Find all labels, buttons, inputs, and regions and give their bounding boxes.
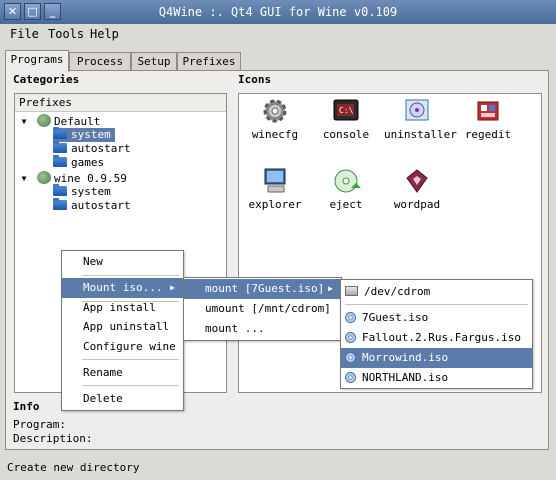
- folder-icon: [53, 184, 67, 196]
- icon-item-winecfg[interactable]: winecfg: [242, 96, 308, 141]
- main-window: ✕ □ _ Q4Wine :. Qt4 GUI for Wine v0.109 …: [0, 0, 556, 480]
- status-bar: Create new directory: [0, 456, 556, 480]
- wordpad-icon: [402, 166, 432, 196]
- tree-item-autostart[interactable]: autostart: [53, 141, 131, 156]
- submenu-arrow-icon: ▶: [170, 283, 175, 292]
- folder-icon: [53, 127, 67, 139]
- cd-icon: [345, 352, 356, 363]
- computer-icon: [260, 166, 290, 196]
- title-bar[interactable]: ✕ □ _ Q4Wine :. Qt4 GUI for Wine v0.109: [0, 0, 556, 24]
- tree-item-default[interactable]: Default: [37, 114, 100, 128]
- tab-prefixes[interactable]: Prefixes: [177, 52, 241, 71]
- collapse-arrow-icon[interactable]: ▼: [19, 174, 29, 183]
- menu-separator: [82, 385, 179, 386]
- gear-icon: [260, 96, 290, 126]
- svg-text:C:\: C:\: [339, 106, 354, 115]
- context-menu: New Mount iso... ▶ App install App unins…: [61, 250, 184, 411]
- iso-submenu: /dev/cdrom 7Guest.iso Fallout.2.Rus.Farg…: [340, 279, 533, 389]
- mount-browse-item[interactable]: mount ...: [184, 319, 341, 339]
- mount-item-7guest[interactable]: mount [7Guest.iso] ▶: [184, 279, 341, 299]
- iso-item-northland[interactable]: NORTHLAND.iso: [341, 368, 532, 388]
- console-icon: C:\: [331, 96, 361, 126]
- cd-icon: [345, 332, 356, 343]
- iso-item-7guest[interactable]: 7Guest.iso: [341, 308, 532, 328]
- wine-icon: [37, 114, 51, 127]
- regedit-icon: [473, 96, 503, 126]
- tree-header[interactable]: Prefixes: [15, 94, 226, 112]
- tree-item-games[interactable]: games: [53, 155, 104, 170]
- drive-icon: [345, 286, 358, 296]
- menu-separator: [345, 304, 528, 305]
- context-item-configure-wine[interactable]: Configure wine: [62, 337, 183, 357]
- icon-item-uninstaller[interactable]: uninstaller: [384, 96, 457, 141]
- menu-separator: [82, 275, 179, 276]
- tree-item-system[interactable]: system: [53, 127, 115, 142]
- icon-item-eject[interactable]: eject: [313, 166, 379, 211]
- tab-programs[interactable]: Programs: [5, 50, 69, 72]
- mount-submenu: mount [7Guest.iso] ▶ umount [/mnt/cdrom]…: [183, 277, 342, 341]
- icons-heading: Icons: [238, 73, 272, 86]
- icon-item-wordpad[interactable]: wordpad: [384, 166, 450, 211]
- umount-item[interactable]: umount [/mnt/cdrom]: [184, 299, 341, 319]
- context-item-delete[interactable]: Delete: [62, 389, 183, 409]
- folder-icon: [53, 198, 67, 210]
- tree-item-system[interactable]: system: [53, 184, 111, 199]
- eject-icon: [331, 166, 361, 196]
- tab-setup[interactable]: Setup: [131, 52, 177, 71]
- description-label: Description:: [13, 432, 93, 445]
- wine-icon: [37, 171, 51, 184]
- menu-help[interactable]: Help: [90, 27, 119, 41]
- iso-item-fallout[interactable]: Fallout.2.Rus.Fargus.iso: [341, 328, 532, 348]
- cd-icon: [345, 312, 356, 323]
- folder-icon: [53, 141, 67, 153]
- icon-item-regedit[interactable]: regedit: [455, 96, 521, 141]
- categories-heading: Categories: [13, 73, 80, 86]
- uninstaller-icon: [402, 96, 432, 126]
- context-item-app-uninstall[interactable]: App uninstall: [62, 317, 183, 337]
- context-item-new[interactable]: New: [62, 252, 183, 272]
- icon-item-explorer[interactable]: explorer: [242, 166, 308, 211]
- info-heading: Info: [13, 400, 40, 413]
- context-item-rename[interactable]: Rename: [62, 363, 183, 383]
- folder-icon: [53, 155, 67, 167]
- status-text: Create new directory: [7, 461, 140, 474]
- menu-bar: File Tools Help: [0, 24, 556, 46]
- tab-process[interactable]: Process: [69, 52, 131, 71]
- tree-item-autostart[interactable]: autostart: [53, 198, 131, 213]
- menu-tools[interactable]: Tools: [48, 27, 84, 41]
- icon-item-console[interactable]: C:\ console: [313, 96, 379, 141]
- context-item-mount-iso[interactable]: Mount iso... ▶: [62, 278, 183, 298]
- submenu-arrow-icon: ▶: [328, 284, 333, 293]
- tree-item-wine-0959[interactable]: wine 0.9.59: [37, 171, 127, 185]
- window-title: Q4Wine :. Qt4 GUI for Wine v0.109: [158, 5, 398, 19]
- iso-item-dev-cdrom[interactable]: /dev/cdrom: [341, 282, 532, 302]
- menu-separator: [82, 359, 179, 360]
- context-item-app-install[interactable]: App install: [62, 298, 183, 318]
- program-label: Program:: [13, 418, 66, 431]
- cd-icon: [345, 372, 356, 383]
- iso-item-morrowind[interactable]: Morrowind.iso: [341, 348, 532, 368]
- collapse-arrow-icon[interactable]: ▼: [19, 117, 29, 126]
- menu-file[interactable]: File: [10, 27, 39, 41]
